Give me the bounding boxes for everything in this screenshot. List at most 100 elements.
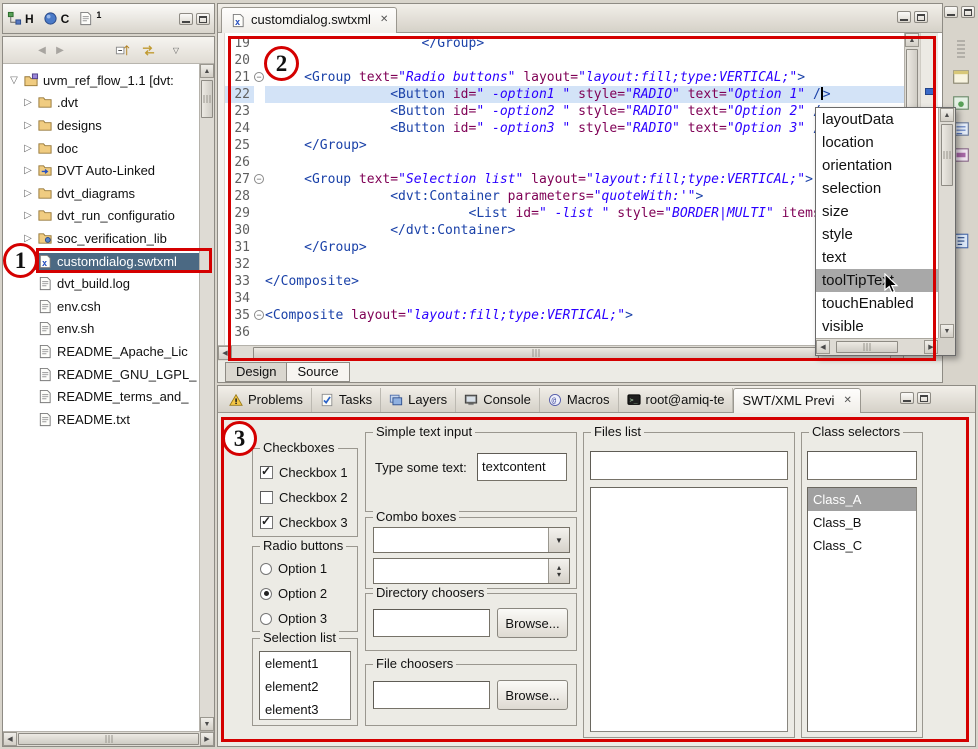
view-menu-icon[interactable]: ▽ xyxy=(167,41,185,59)
spinner-arrows-icon[interactable]: ▴▾ xyxy=(548,559,569,583)
autocomplete-item-location[interactable]: location xyxy=(816,131,938,154)
tree-item-doc[interactable]: ▷doc xyxy=(3,137,199,160)
scroll-right-icon[interactable]: ▶ xyxy=(924,340,938,354)
class-filter-field[interactable] xyxy=(807,451,917,480)
back-icon[interactable]: ◀ xyxy=(33,41,51,59)
list-item-class-b[interactable]: Class_B xyxy=(808,511,916,534)
minimize-icon[interactable] xyxy=(179,13,193,25)
scroll-right-icon[interactable]: ▶ xyxy=(200,732,214,746)
tree-item-readme-terms-and[interactable]: README_terms_and_ xyxy=(3,385,199,408)
tab-layers[interactable]: Layers xyxy=(381,388,456,412)
autocomplete-item-visible[interactable]: visible xyxy=(816,315,938,338)
maximize-icon[interactable] xyxy=(196,13,210,25)
collapse-all-icon[interactable] xyxy=(113,41,131,59)
scroll-left-icon[interactable]: ◀ xyxy=(3,732,17,746)
tree-item-dvt-build-log[interactable]: dvt_build.log xyxy=(3,272,199,295)
link-with-editor-icon[interactable] xyxy=(139,41,157,59)
explorer-vertical-scrollbar[interactable]: ▲ ▼ xyxy=(199,64,214,731)
tree-item-dvt-diagrams[interactable]: ▷dvt_diagrams xyxy=(3,182,199,205)
fold-collapse-icon[interactable]: − xyxy=(254,174,264,184)
scrollbar-thumb[interactable] xyxy=(836,341,898,353)
overview-marker[interactable] xyxy=(925,88,934,95)
scroll-up-icon[interactable]: ▲ xyxy=(940,108,954,122)
list-item-class-a[interactable]: Class_A xyxy=(808,488,916,511)
minimized-view-c[interactable]: C xyxy=(43,11,70,26)
forward-icon[interactable]: ▶ xyxy=(51,41,69,59)
tab-swt-xml-previ[interactable]: SWT/XML Previ✕ xyxy=(733,388,860,413)
files-listbox[interactable] xyxy=(590,487,788,732)
list-item-element3[interactable]: element3 xyxy=(260,698,350,720)
minimize-icon[interactable] xyxy=(944,6,958,18)
tree-item-uvm-ref-flow-1-1-dvt[interactable]: ▽uvm_ref_flow_1.1 [dvt: xyxy=(3,69,199,92)
scrollbar-thumb[interactable] xyxy=(18,733,199,745)
fold-collapse-icon[interactable]: − xyxy=(254,72,264,82)
tab-root-amiq-te[interactable]: >_root@amiq-te xyxy=(619,388,734,412)
close-icon[interactable]: ✕ xyxy=(843,395,851,406)
checkbox-checkbox-3[interactable]: ✓Checkbox 3 xyxy=(253,510,357,535)
scrollbar-thumb[interactable] xyxy=(201,80,213,118)
checkbox-checkbox-1[interactable]: ✓Checkbox 1 xyxy=(253,460,357,485)
fastview-grip[interactable] xyxy=(957,38,965,58)
tab-problems[interactable]: Problems xyxy=(221,388,312,412)
tree-collapsed-icon[interactable]: ▷ xyxy=(21,143,35,154)
combo-arrow-icon[interactable]: ▼ xyxy=(548,528,569,552)
autocomplete-item-layoutdata[interactable]: layoutData xyxy=(816,108,938,131)
tree-collapsed-icon[interactable]: ▷ xyxy=(21,233,35,244)
tree-collapsed-icon[interactable]: ▷ xyxy=(21,97,35,108)
tree-expanded-icon[interactable]: ▽ xyxy=(7,75,21,86)
list-item-element2[interactable]: element2 xyxy=(260,675,350,698)
scrollbar-thumb[interactable] xyxy=(941,124,953,186)
tree-item-readme-gnu-lgpl[interactable]: README_GNU_LGPL_ xyxy=(3,363,199,386)
autocomplete-item-size[interactable]: size xyxy=(816,200,938,223)
tree-collapsed-icon[interactable]: ▷ xyxy=(21,188,35,199)
fastview-icon-1[interactable] xyxy=(950,68,972,88)
scroll-up-icon[interactable]: ▲ xyxy=(905,33,919,47)
autocomplete-item-selection[interactable]: selection xyxy=(816,177,938,200)
tab-design[interactable]: Design xyxy=(225,362,287,382)
maximize-icon[interactable] xyxy=(914,11,928,23)
files-field[interactable] xyxy=(590,451,788,480)
selection-listbox[interactable]: element1element2element3 xyxy=(259,651,351,720)
tree-collapsed-icon[interactable]: ▷ xyxy=(21,120,35,131)
tree-item-readme-apache-lic[interactable]: README_Apache_Lic xyxy=(3,340,199,363)
autocomplete-item-orientation[interactable]: orientation xyxy=(816,154,938,177)
class-listbox[interactable]: Class_AClass_BClass_C xyxy=(807,487,917,732)
directory-field[interactable] xyxy=(373,609,490,637)
popup-horizontal-scrollbar[interactable]: ◀ ▶ xyxy=(816,338,938,355)
tree-item-dvt-run-configuratio[interactable]: ▷dvt_run_configuratio xyxy=(3,205,199,228)
text-input-field[interactable]: textcontent xyxy=(477,453,567,481)
maximize-icon[interactable] xyxy=(917,392,931,404)
tree-item-soc-verification-lib[interactable]: ▷soc_verification_lib xyxy=(3,227,199,250)
tree-item-env-csh[interactable]: env.csh xyxy=(3,295,199,318)
popup-vertical-scrollbar[interactable]: ▲ ▼ xyxy=(938,108,955,338)
tree-item-designs[interactable]: ▷designs xyxy=(3,114,199,137)
tab-macros[interactable]: @Macros xyxy=(540,388,619,412)
scrollbar-thumb[interactable] xyxy=(253,347,819,359)
radio-option-1[interactable]: Option 1 xyxy=(253,556,357,581)
close-icon[interactable]: ✕ xyxy=(380,14,388,25)
radio-option-3[interactable]: Option 3 xyxy=(253,606,357,631)
fold-collapse-icon[interactable]: − xyxy=(254,310,264,320)
autocomplete-item-text[interactable]: text xyxy=(816,246,938,269)
autocomplete-item-style[interactable]: style xyxy=(816,223,938,246)
editor-horizontal-scrollbar[interactable]: ◀ ▶ xyxy=(218,345,904,361)
autocomplete-item-touchenabled[interactable]: touchEnabled xyxy=(816,292,938,315)
tab-tasks[interactable]: Tasks xyxy=(312,388,381,412)
scroll-left-icon[interactable]: ◀ xyxy=(816,340,830,354)
tab-customdialog-swtxml[interactable]: x customdialog.swtxml ✕ xyxy=(221,7,397,33)
tab-console[interactable]: Console xyxy=(456,388,540,412)
code-content[interactable]: </Group> <Group text="Radio buttons" lay… xyxy=(265,33,904,345)
scroll-up-icon[interactable]: ▲ xyxy=(200,64,214,78)
tree-item-env-sh[interactable]: env.sh xyxy=(3,318,199,341)
radio-option-2[interactable]: Option 2 xyxy=(253,581,357,606)
tree-item-dvt-auto-linked[interactable]: ▷DVT Auto-Linked xyxy=(3,159,199,182)
spinner-down-icon[interactable]: ▾ xyxy=(557,571,561,578)
list-item-element1[interactable]: element1 xyxy=(260,652,350,675)
tree-collapsed-icon[interactable]: ▷ xyxy=(21,165,35,176)
tree-item-customdialog-swtxml[interactable]: xcustomdialog.swtxml xyxy=(3,250,199,273)
checkbox-checkbox-2[interactable]: Checkbox 2 xyxy=(253,485,357,510)
autocomplete-item-tooltiptext[interactable]: toolTipText xyxy=(816,269,938,292)
minimize-icon[interactable] xyxy=(897,11,911,23)
tree-collapsed-icon[interactable]: ▷ xyxy=(21,210,35,221)
combo-box-2[interactable]: ▴▾ xyxy=(373,558,570,584)
